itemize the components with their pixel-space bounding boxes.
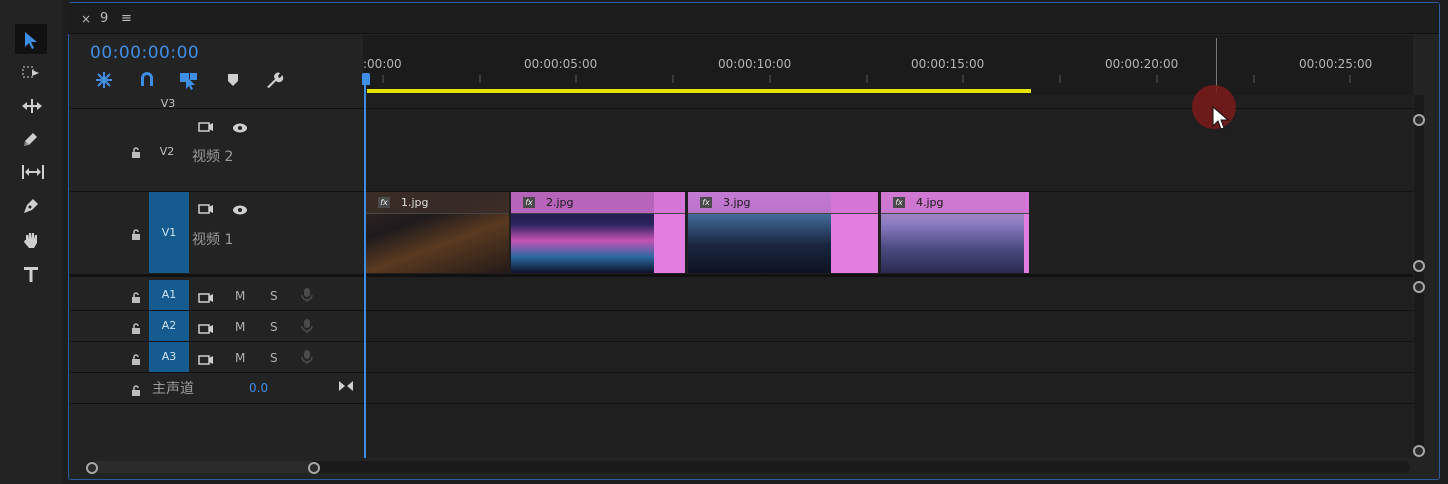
scroll-handle[interactable] xyxy=(1413,445,1425,457)
lock-icon[interactable] xyxy=(130,144,142,163)
microphone-icon[interactable] xyxy=(301,349,313,369)
track-target-a2[interactable]: A2 xyxy=(149,311,189,341)
sync-lock-icon[interactable] xyxy=(198,289,214,308)
sync-lock-icon[interactable] xyxy=(198,200,214,219)
sync-lock-icon[interactable] xyxy=(198,118,214,137)
ruler-label-25s: 00:00:25:00 xyxy=(1299,57,1373,71)
playhead-handle[interactable] xyxy=(362,73,370,85)
clip-header xyxy=(511,192,685,213)
track-target-a1[interactable]: A1 xyxy=(149,280,189,310)
clip-name: 2.jpg xyxy=(546,196,574,209)
track-name-v1: 视频 1 xyxy=(192,232,234,248)
fx-badge[interactable]: fx xyxy=(378,197,390,208)
eye-icon[interactable] xyxy=(232,201,248,220)
microphone-icon[interactable] xyxy=(301,318,313,338)
scroll-handle[interactable] xyxy=(1413,281,1425,293)
clip-3[interactable]: fx 3.jpg xyxy=(688,192,878,273)
fx-badge[interactable]: fx xyxy=(523,197,535,208)
hand-tool-icon[interactable] xyxy=(15,224,47,254)
ruler-label-20s: 00:00:20:00 xyxy=(1105,57,1179,71)
clip-4[interactable]: fx 4.jpg xyxy=(881,192,1029,273)
zoom-handle-left[interactable] xyxy=(86,462,98,474)
clip-name: 4.jpg xyxy=(916,196,944,209)
nest-sequence-icon[interactable] xyxy=(93,70,115,90)
scroll-handle[interactable] xyxy=(1413,114,1425,126)
lock-icon[interactable] xyxy=(130,382,142,401)
snap-magnet-icon[interactable] xyxy=(137,70,159,90)
mute-button[interactable]: M xyxy=(235,289,245,303)
wrench-settings-icon[interactable] xyxy=(264,70,286,90)
sync-lock-icon[interactable] xyxy=(198,320,214,339)
playhead[interactable] xyxy=(364,73,366,458)
track-select-tool-icon[interactable] xyxy=(15,57,47,87)
track-label-a1: A1 xyxy=(161,288,177,301)
add-marker-icon[interactable] xyxy=(224,70,246,90)
sequence-tab-label[interactable]: 9 xyxy=(100,11,108,26)
fx-badge[interactable]: fx xyxy=(893,197,905,208)
clip-2[interactable]: fx 2.jpg xyxy=(511,192,685,273)
ruler-label-10s: 00:00:10:00 xyxy=(718,57,792,71)
mute-button[interactable]: M xyxy=(235,351,245,365)
fx-badge[interactable]: fx xyxy=(700,197,712,208)
linked-selection-icon[interactable] xyxy=(178,70,200,90)
track-label-a2: A2 xyxy=(161,319,177,332)
work-area-bar[interactable] xyxy=(367,89,1031,93)
master-track-name: 主声道 xyxy=(152,381,194,397)
zoom-scroll-thumb[interactable] xyxy=(90,461,316,473)
panel-tab-bar: × 9 ≡ xyxy=(68,3,1439,34)
selection-tool-icon[interactable] xyxy=(15,24,47,54)
clip-1[interactable]: fx 1.jpg xyxy=(366,192,509,273)
sync-lock-icon[interactable] xyxy=(198,351,214,370)
mouse-cursor-icon xyxy=(1212,105,1230,136)
go-to-in-out-icon[interactable] xyxy=(338,377,354,396)
clip-name: 1.jpg xyxy=(401,196,429,209)
master-volume-value[interactable]: 0.0 xyxy=(249,381,268,395)
close-tab-button[interactable]: × xyxy=(81,12,91,26)
type-tool-icon[interactable] xyxy=(15,258,47,288)
ruler-label-5s: 00:00:05:00 xyxy=(524,57,598,71)
track-label-a3: A3 xyxy=(161,350,177,363)
lock-icon[interactable] xyxy=(130,320,142,339)
playhead-timecode[interactable]: 00:00:00:00 xyxy=(90,43,199,63)
lock-icon[interactable] xyxy=(130,351,142,370)
razor-tool-icon[interactable] xyxy=(15,123,47,153)
microphone-icon[interactable] xyxy=(301,287,313,307)
solo-button[interactable]: S xyxy=(270,320,278,334)
panel-menu-icon[interactable]: ≡ xyxy=(121,11,132,26)
track-label-v1: V1 xyxy=(161,226,177,239)
time-ruler[interactable] xyxy=(363,35,1413,95)
clip-header xyxy=(688,192,878,213)
solo-button[interactable]: S xyxy=(270,289,278,303)
track-target-a3[interactable]: A3 xyxy=(149,342,189,372)
slip-tool-icon[interactable] xyxy=(15,156,47,186)
solo-button[interactable]: S xyxy=(270,351,278,365)
pen-tool-icon[interactable] xyxy=(15,190,47,220)
mute-button[interactable]: M xyxy=(235,320,245,334)
track-label-v3[interactable]: V3 xyxy=(158,97,178,110)
ruler-label-15s: 00:00:15:00 xyxy=(911,57,985,71)
lock-icon[interactable] xyxy=(130,289,142,308)
scroll-handle[interactable] xyxy=(1413,260,1425,272)
eye-icon[interactable] xyxy=(232,119,248,138)
tools-panel xyxy=(0,0,62,484)
zoom-handle-right[interactable] xyxy=(308,462,320,474)
track-name-v2: 视频 2 xyxy=(192,149,234,165)
lock-icon[interactable] xyxy=(130,226,142,245)
ruler-label-0: :00:00 xyxy=(363,57,402,71)
track-label-v2[interactable]: V2 xyxy=(152,145,182,158)
clip-name: 3.jpg xyxy=(723,196,751,209)
ripple-edit-tool-icon[interactable] xyxy=(15,90,47,120)
track-area[interactable] xyxy=(363,95,1413,457)
vertical-scrollbar[interactable] xyxy=(1414,95,1424,457)
track-target-v1[interactable]: V1 xyxy=(149,192,189,273)
